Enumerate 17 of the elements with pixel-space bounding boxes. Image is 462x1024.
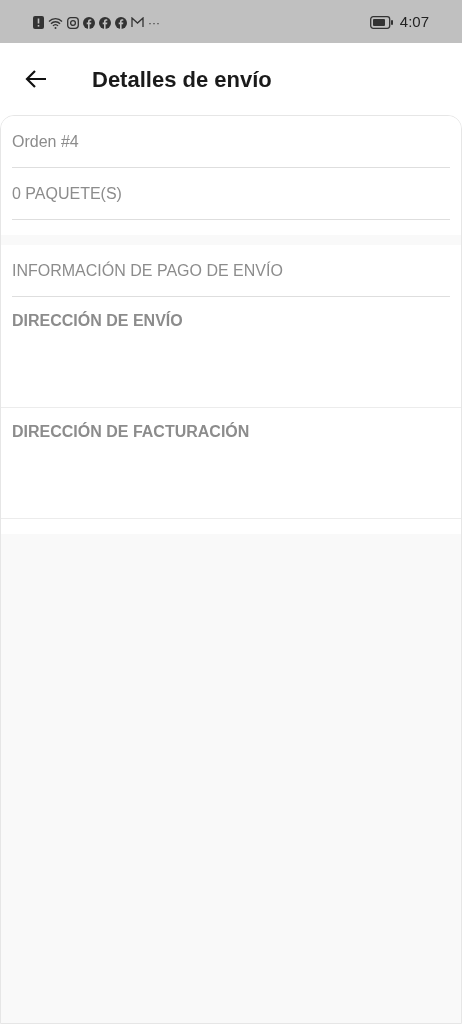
section-title: INFORMACIÓN DE PAGO DE ENVÍO bbox=[12, 260, 283, 281]
wifi-icon bbox=[48, 16, 63, 29]
battery-icon bbox=[369, 16, 394, 29]
section-heading: DIRECCIÓN DE FACTURACIÓN bbox=[12, 423, 250, 440]
mail-icon bbox=[131, 17, 144, 28]
section-heading: DIRECCIÓN DE ENVÍO bbox=[12, 312, 183, 329]
more-notifications: ··· bbox=[148, 16, 160, 29]
summary-text: Orden #4 bbox=[12, 131, 79, 152]
facebook-icon bbox=[99, 16, 111, 29]
facebook-icon bbox=[115, 16, 127, 29]
summary-text: 0 PAQUETE(S) bbox=[12, 183, 122, 204]
page-title: Detalles de envío bbox=[92, 65, 272, 94]
clock: 4:07 bbox=[399, 12, 429, 33]
facebook-icon bbox=[83, 16, 95, 29]
camera-icon bbox=[67, 16, 79, 29]
alert-icon bbox=[33, 16, 44, 29]
back-arrow-icon bbox=[25, 70, 47, 88]
